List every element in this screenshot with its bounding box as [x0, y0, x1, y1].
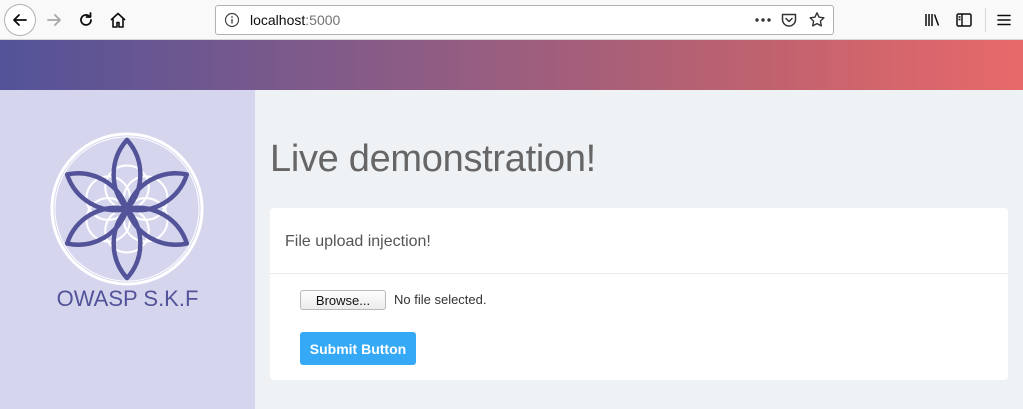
page-title: Live demonstration! — [270, 138, 596, 180]
arrow-right-icon — [47, 14, 61, 26]
forward-button[interactable] — [40, 6, 68, 34]
reload-button[interactable] — [72, 6, 100, 34]
url-text[interactable]: localhost:5000 — [250, 12, 340, 28]
info-icon[interactable] — [224, 12, 240, 28]
sidebar: OWASP S.K.F — [0, 90, 255, 409]
back-button[interactable] — [4, 4, 36, 36]
header-banner — [0, 40, 1023, 90]
card-title: File upload injection! — [285, 233, 431, 250]
home-button[interactable] — [104, 6, 132, 34]
reload-icon — [80, 12, 92, 26]
url-port: :5000 — [305, 12, 341, 28]
browser-toolbar: localhost:5000 — [0, 0, 1023, 40]
menu-button[interactable] — [990, 6, 1018, 34]
sidebar-icon — [956, 13, 972, 27]
library-icon — [925, 14, 940, 26]
sidebar-toggle-button[interactable] — [950, 6, 978, 34]
address-bar[interactable]: localhost:5000 — [215, 5, 834, 35]
brand-name: OWASP S.K.F — [56, 286, 199, 311]
arrow-left-icon — [13, 14, 27, 26]
main-content: Live demonstration! File upload injectio… — [255, 90, 1023, 409]
upload-card: File upload injection! Browse... No file… — [270, 208, 1008, 380]
home-icon — [110, 12, 126, 28]
owasp-skf-logo — [50, 132, 204, 286]
hamburger-menu-icon — [997, 14, 1011, 26]
pocket-icon[interactable] — [780, 11, 798, 29]
library-button[interactable] — [918, 6, 946, 34]
more-actions-icon[interactable] — [752, 10, 774, 30]
file-status-text: No file selected. — [394, 292, 487, 307]
url-host: localhost — [250, 12, 306, 28]
card-header: File upload injection! — [270, 208, 1008, 274]
submit-button[interactable]: Submit Button — [300, 332, 416, 365]
toolbar-separator — [985, 8, 986, 32]
browse-button[interactable]: Browse... — [300, 290, 386, 310]
bookmark-star-icon[interactable] — [808, 11, 826, 29]
